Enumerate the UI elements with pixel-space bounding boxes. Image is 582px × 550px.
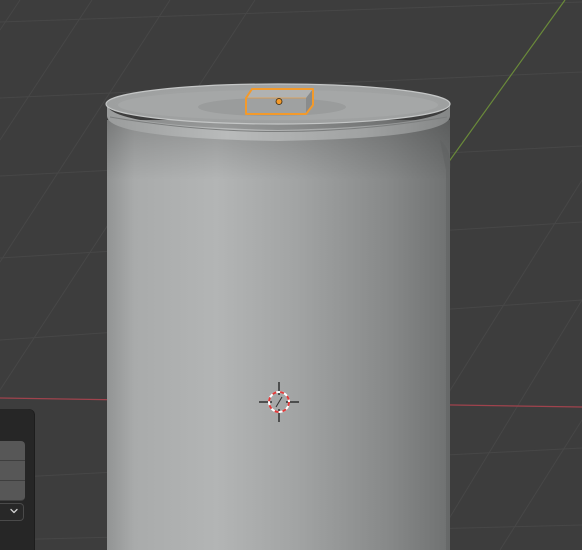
3d-viewport[interactable]: [0, 0, 582, 550]
pull-tab-object[interactable]: [245, 88, 314, 115]
panel-dropdown[interactable]: [0, 503, 24, 521]
viewport-canvas[interactable]: [0, 0, 582, 550]
operator-panel[interactable]: [0, 409, 34, 550]
panel-field-2[interactable]: [0, 461, 25, 481]
object-origin-dot: [275, 98, 283, 105]
can-object[interactable]: [105, 83, 451, 550]
chevron-down-icon: [10, 508, 18, 514]
panel-field-1[interactable]: [0, 441, 25, 461]
panel-field-3[interactable]: [0, 481, 25, 501]
